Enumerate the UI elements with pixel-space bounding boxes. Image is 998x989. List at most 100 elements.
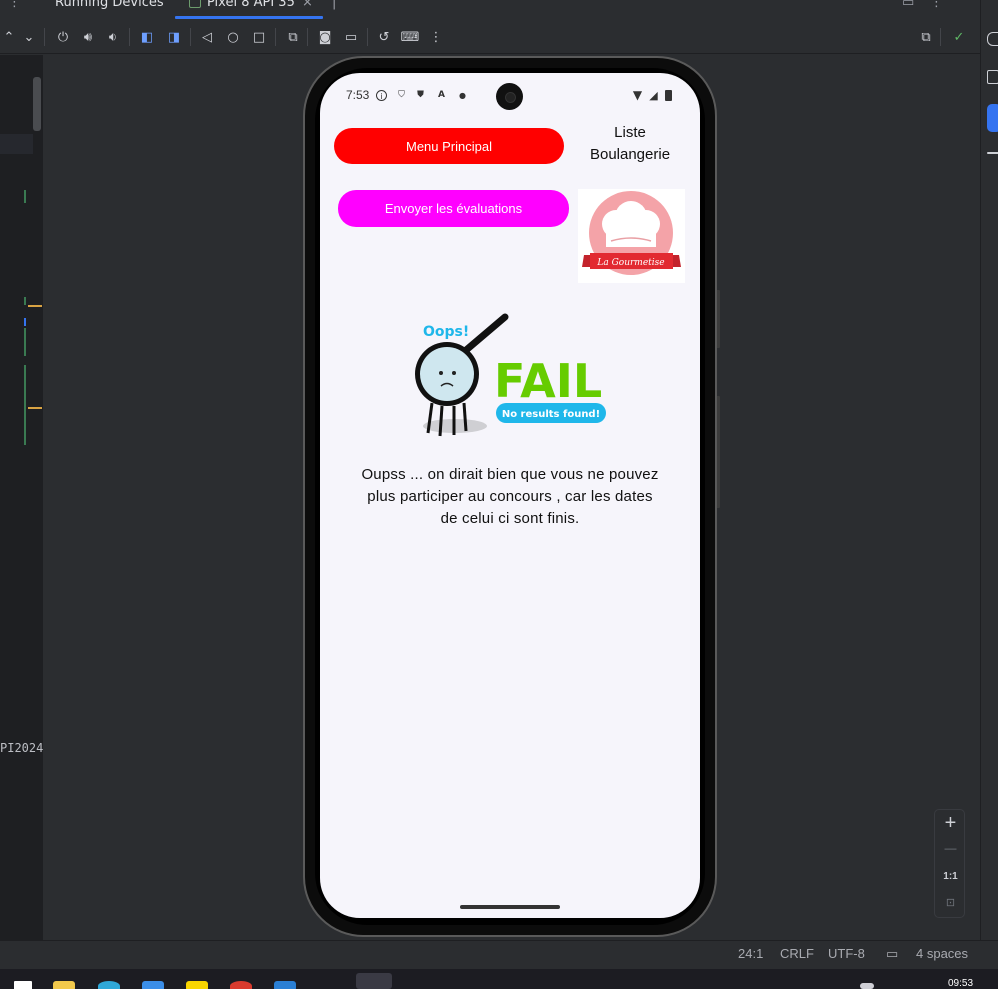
options-icon[interactable]: ⋮ (930, 0, 943, 10)
rotate-left-icon[interactable]: ◧ (138, 28, 156, 46)
more-dots-icon[interactable]: ⋮ (8, 0, 21, 10)
gesture-home-bar[interactable] (460, 905, 560, 909)
warning-marker (28, 305, 42, 307)
more-icon[interactable]: ⋮ (427, 28, 445, 46)
reset-icon[interactable]: ↺ (375, 28, 393, 46)
current-line-highlight (0, 134, 33, 154)
shield-icon: ⛉ (398, 90, 405, 100)
a-icon: A (438, 90, 445, 100)
liste-boulangerie-link[interactable]: Liste Boulangerie (575, 122, 685, 166)
collapse-down-icon[interactable]: ⌄ (20, 28, 38, 46)
envoyer-evaluations-button[interactable]: Envoyer les évaluations (338, 190, 569, 227)
security-icon: ⛊ (417, 90, 424, 100)
tab-device[interactable]: Pixel 8 API 35 (207, 0, 295, 10)
menu-principal-button[interactable]: Menu Principal (334, 128, 564, 164)
paint-icon[interactable] (987, 32, 998, 46)
ide-window: { "tabs": { "running_devices": "Running … (0, 0, 998, 989)
indent-selector[interactable]: 4 spaces (916, 946, 968, 961)
zoom-in-button[interactable]: + (935, 812, 966, 835)
zoom-actual-size-button[interactable]: 1:1 (935, 871, 966, 882)
chef-hat-logo-icon: La Gourmetise (582, 191, 681, 275)
plus-icon[interactable] (987, 152, 998, 154)
right-tool-strip (980, 0, 998, 940)
running-devices-tool-icon[interactable] (987, 104, 998, 132)
code-editor-strip[interactable] (0, 55, 43, 940)
device-manager-icon[interactable]: ⧉ (284, 28, 302, 46)
tab-running-devices[interactable]: Running Devices (55, 0, 164, 10)
dot-icon: ● (459, 91, 466, 100)
zoom-controls: + — 1:1 ⊡ (934, 809, 965, 918)
add-tab-icon[interactable]: | (332, 0, 336, 10)
volume-down-icon[interactable]: 🔉︎ (104, 28, 122, 46)
emulator-toolbar: ⌃ ⌄ ⏻ 🔊︎ 🔉︎ ◧ ◨ ◁ ○ □ ⧉ ◙ ▭ ↺ ⌨ ⋮ ⧉ ✓ (0, 20, 998, 54)
encoding-selector[interactable]: UTF-8 (828, 946, 865, 961)
window-icon[interactable]: ▭ (902, 0, 914, 10)
file-explorer-icon[interactable] (53, 981, 75, 989)
fail-illustration: Oops! FAIL No results found! (410, 311, 615, 443)
screen-record-icon[interactable]: ▭ (342, 28, 360, 46)
tool-window-tabs: ⋮ Running Devices Pixel 8 API 35 × | ▭ ⋮ (0, 0, 998, 20)
start-icon[interactable] (14, 981, 32, 989)
toolbar-separator (190, 28, 191, 46)
phone-screen[interactable]: 7:53 i ⛉ ⛊ A ● ▼ ◢ Menu Principal Liste … (320, 73, 700, 918)
liste-link-line2: Boulangerie (589, 146, 671, 163)
home-icon[interactable]: ○ (224, 28, 242, 46)
battery-icon (665, 90, 672, 101)
back-icon[interactable]: ◁ (198, 28, 216, 46)
check-icon[interactable]: ✓ (950, 28, 968, 46)
fail-title-text: FAIL (494, 354, 602, 408)
code-fragment: PI2024 (0, 741, 44, 755)
camera-cutout (496, 83, 523, 110)
zoom-out-button[interactable]: — (935, 841, 966, 855)
toolbar-separator (307, 28, 308, 46)
power-icon[interactable]: ⏻ (54, 28, 72, 46)
toolbar-separator (940, 28, 941, 46)
active-tab-indicator (175, 16, 323, 19)
status-time: 7:53 (346, 88, 370, 102)
contest-closed-message: Oupss ... on dirait bien que vous ne pou… (361, 466, 659, 527)
close-tab-icon[interactable]: × (302, 0, 313, 10)
ide-status-bar: 24:1 CRLF UTF-8 ▭ 4 spaces (0, 940, 998, 969)
change-marker (24, 297, 26, 305)
overview-icon[interactable]: □ (250, 28, 268, 46)
editor-scrollbar[interactable] (33, 77, 41, 131)
vscode-icon[interactable] (274, 981, 296, 989)
line-ending-selector[interactable]: CRLF (780, 946, 814, 961)
change-marker (24, 365, 26, 445)
device-icon (189, 0, 201, 8)
la-gourmetise-logo: La Gourmetise (578, 189, 685, 283)
taskbar-clock[interactable]: 09:53 (948, 978, 973, 989)
chrome-icon[interactable] (230, 981, 252, 989)
fail-oops-text: Oops! (423, 324, 469, 340)
tray-icon[interactable] (860, 983, 874, 989)
mirror-icon[interactable]: ⧉ (917, 28, 935, 46)
edge-icon[interactable] (98, 981, 120, 989)
warning-marker (28, 407, 42, 409)
file-status-icon[interactable]: ▭ (886, 946, 898, 962)
caret-position[interactable]: 24:1 (738, 946, 763, 961)
info-icon: i (376, 90, 387, 101)
change-marker (24, 318, 26, 326)
notes-icon[interactable] (186, 981, 208, 989)
rotate-right-icon[interactable]: ◨ (165, 28, 183, 46)
change-marker (24, 190, 26, 203)
toolbar-separator (367, 28, 368, 46)
wifi-icon: ▼ (632, 88, 643, 102)
fail-subtitle-text: No results found! (502, 409, 600, 420)
os-taskbar: 09:53 (0, 969, 998, 989)
device-file-icon[interactable] (987, 70, 998, 84)
android-studio-icon[interactable] (356, 973, 392, 989)
toolbar-separator (275, 28, 276, 46)
change-marker (24, 328, 26, 356)
collapse-up-icon[interactable]: ⌃ (0, 28, 18, 46)
store-icon[interactable] (142, 981, 164, 989)
logo-text: La Gourmetise (596, 258, 664, 268)
screenshot-icon[interactable]: ◙ (316, 28, 334, 46)
toolbar-separator (129, 28, 130, 46)
keyboard-icon[interactable]: ⌨ (401, 28, 420, 46)
magnifier-fail-icon: Oops! FAIL No results found! (415, 313, 606, 437)
liste-link-line1: Liste (614, 124, 646, 141)
signal-icon: ◢ (649, 89, 658, 102)
zoom-fit-icon[interactable]: ⊡ (935, 896, 966, 909)
volume-up-icon[interactable]: 🔊︎ (79, 28, 97, 46)
